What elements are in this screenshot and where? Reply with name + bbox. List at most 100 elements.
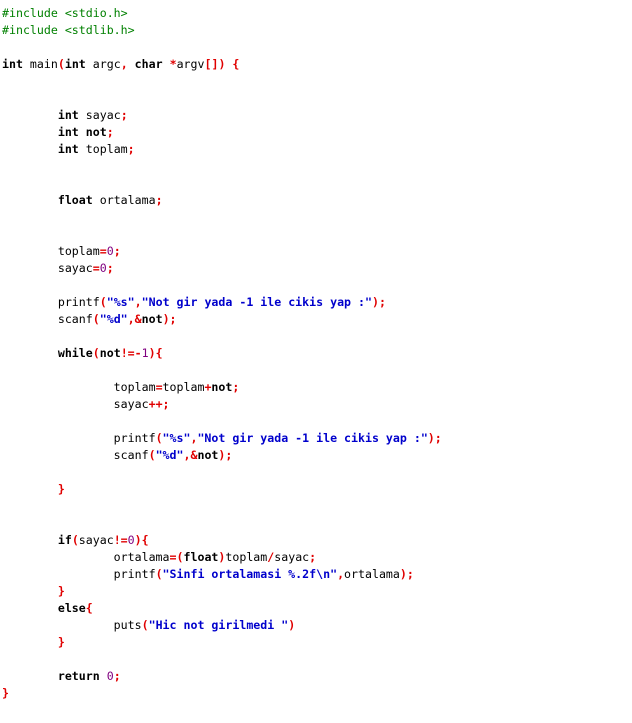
code-token-identifier: scanf	[2, 312, 93, 326]
code-token-identifier	[2, 584, 58, 598]
code-token-identifier: sayac	[78, 108, 121, 122]
code-token-identifier: toplam	[78, 142, 128, 156]
code-token-operator: (	[148, 448, 156, 462]
code-token-keyword: int	[64, 57, 86, 71]
code-line: puts("Hic not girilmedi ")	[2, 617, 442, 634]
code-token-operator: {	[85, 601, 93, 615]
code-token-identifier	[2, 635, 58, 649]
code-token-identifier: sayac	[274, 550, 310, 564]
code-token-keyword: int	[57, 142, 79, 156]
code-token-operator: ;	[106, 125, 114, 139]
code-editor[interactable]: #include <stdio.h> #include <stdlib.h> int…	[2, 5, 442, 702]
code-token-identifier: printf	[2, 295, 100, 309]
code-token-operator: }	[2, 686, 9, 700]
code-token-keyword: char	[134, 57, 163, 71]
code-token-operator: ;	[155, 193, 163, 207]
code-token-keyword: while	[57, 346, 93, 360]
code-token-keyword: float	[183, 550, 219, 564]
code-line: int not;	[2, 124, 442, 141]
code-token-identifier	[128, 57, 135, 71]
code-token-identifier	[2, 142, 58, 156]
code-token-operator: ){	[134, 533, 149, 547]
code-token-operator: *	[169, 57, 177, 71]
code-token-operator: {	[232, 57, 240, 71]
code-token-keyword: not	[197, 448, 219, 462]
code-token-identifier	[2, 193, 58, 207]
code-token-operator: =	[99, 244, 107, 258]
code-token-operator: ;	[232, 380, 240, 394]
code-token-operator: );	[399, 567, 414, 581]
code-line: #include <stdlib.h>	[2, 22, 442, 39]
code-token-operator: !=-	[120, 346, 142, 360]
code-token-identifier: main	[22, 57, 58, 71]
code-token-operator: ;	[127, 142, 135, 156]
code-line: #include <stdio.h>	[2, 5, 442, 22]
code-token-operator: ,	[134, 295, 142, 309]
code-token-operator: );	[218, 448, 233, 462]
code-token-keyword: return	[57, 669, 100, 683]
code-token-keyword: int	[2, 57, 23, 71]
code-token-operator: }	[57, 482, 65, 496]
code-token-identifier: puts	[2, 618, 142, 632]
code-token-keyword: int	[57, 108, 79, 122]
code-token-preprocessor-directive: #include <stdio.h>	[2, 6, 128, 20]
code-token-identifier	[2, 346, 58, 360]
code-token-operator: ){	[148, 346, 163, 360]
code-token-identifier: sayac	[2, 397, 149, 411]
code-token-number-literal: 0	[127, 533, 135, 547]
code-token-identifier: printf	[2, 431, 156, 445]
code-line: ortalama=(float)toplam/sayac;	[2, 549, 442, 566]
code-token-operator: ;	[113, 669, 121, 683]
code-line: int sayac;	[2, 107, 442, 124]
code-token-operator: (	[57, 57, 65, 71]
code-token-operator: ;	[113, 244, 121, 258]
code-token-operator: ;	[120, 108, 128, 122]
code-token-number-literal: 0	[106, 669, 114, 683]
code-line: while(not!=-1){	[2, 345, 442, 362]
code-token-identifier	[100, 669, 107, 683]
code-line: if(sayac!=0){	[2, 532, 442, 549]
code-token-keyword: int	[57, 125, 79, 139]
code-token-operator: );	[162, 312, 177, 326]
code-token-string-literal: "Not gir yada -1 ile cikis yap :"	[141, 295, 372, 309]
code-token-string-literal: "Sinfi ortalamasi %.2f\n"	[162, 567, 338, 581]
code-token-operator: ,&	[183, 448, 198, 462]
code-token-operator: !=	[113, 533, 128, 547]
code-token-identifier: printf	[2, 567, 156, 581]
code-token-operator: (	[71, 533, 79, 547]
code-token-identifier: toplam	[2, 380, 156, 394]
code-line: scanf("%d",&not);	[2, 311, 442, 328]
code-token-operator: (	[155, 567, 163, 581]
code-token-operator: )	[288, 618, 296, 632]
code-line: int toplam;	[2, 141, 442, 158]
code-token-identifier	[2, 533, 58, 547]
code-token-number-literal: 0	[106, 244, 114, 258]
code-token-keyword: not	[141, 312, 163, 326]
code-token-operator: ,	[337, 567, 345, 581]
code-token-string-literal: "%d"	[155, 448, 184, 462]
code-token-identifier	[2, 669, 58, 683]
code-token-operator: }	[57, 584, 65, 598]
code-token-keyword: if	[57, 533, 72, 547]
code-line: }	[2, 634, 442, 651]
code-token-string-literal: "%s"	[162, 431, 191, 445]
code-line: }	[2, 583, 442, 600]
code-line: toplam=0;	[2, 243, 442, 260]
code-token-identifier	[2, 482, 58, 496]
code-token-string-literal: "Not gir yada -1 ile cikis yap :"	[197, 431, 428, 445]
code-token-operator: =	[155, 380, 163, 394]
code-line: scanf("%d",&not);	[2, 447, 442, 464]
code-token-operator: (	[155, 431, 163, 445]
code-token-operator: ;	[309, 550, 317, 564]
code-token-operator: (	[92, 346, 100, 360]
code-token-number-literal: 1	[141, 346, 149, 360]
code-token-keyword: not	[211, 380, 233, 394]
